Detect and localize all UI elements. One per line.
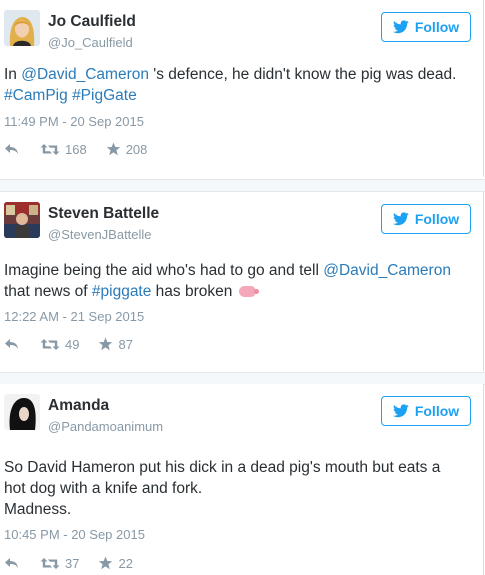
reply-icon [5,144,18,154]
reply-button[interactable] [4,338,20,350]
author-name[interactable]: Amanda [48,397,109,415]
tweet-text: Imagine being the aid who's had to go an… [4,260,469,302]
retweet-icon [40,338,60,350]
avatar[interactable] [4,202,40,238]
author-handle[interactable]: @Pandamoanimum [48,419,163,434]
star-icon [99,556,113,570]
divider [0,179,485,192]
star-icon [106,142,121,156]
tweet-feed: Jo Caulfield @Jo_Caulfield Follow In @Da… [0,0,485,575]
retweet-button[interactable]: 168 [40,142,87,157]
tweet-text-line: So David Hameron put his dick in a dead … [4,459,441,476]
timestamp[interactable]: 12:22 AM - 21 Sep 2015 [4,309,144,324]
tweet-card: Steven Battelle @StevenJBattelle Follow … [0,192,484,371]
retweet-count: 168 [65,141,87,157]
tweet-text-part: has broken [151,283,233,300]
tweet-text-part: In [4,66,22,83]
tweet-actions: 37 22 [4,553,133,573]
reply-button[interactable] [4,143,20,155]
favorite-button[interactable]: 208 [106,141,148,157]
hashtag-link[interactable]: #piggate [92,283,151,300]
mention-link[interactable]: @David_Cameron [323,262,451,279]
tweet-card: Jo Caulfield @Jo_Caulfield Follow In @Da… [0,0,484,177]
tweet-text-part: that news of [4,283,92,300]
tweet-card: Amanda @Pandamoanimum Follow So David Ha… [0,384,484,575]
tweet-text: So David Hameron put his dick in a dead … [4,457,469,520]
twitter-bird-icon [392,404,409,418]
retweet-button[interactable]: 37 [40,556,79,571]
tweet-text: In @David_Cameron 's defence, he didn't … [4,64,469,106]
retweet-icon [40,143,60,155]
avatar[interactable] [4,10,40,46]
hashtag-link[interactable]: #CamPig [4,87,68,104]
tweet-actions: 49 87 [4,334,133,354]
favorite-button[interactable]: 87 [98,336,133,352]
twitter-bird-icon [392,212,409,226]
follow-label: Follow [414,403,460,419]
retweet-count: 49 [65,336,80,352]
follow-button[interactable]: Follow [381,204,471,234]
timestamp[interactable]: 11:49 PM - 20 Sep 2015 [4,114,144,129]
hashtag-link[interactable]: #PigGate [72,87,137,104]
favorite-count: 22 [118,555,133,571]
retweet-button[interactable]: 49 [40,337,79,352]
author-handle[interactable]: @Jo_Caulfield [48,35,133,50]
author-handle[interactable]: @StevenJBattelle [48,227,152,242]
favorite-count: 87 [118,336,133,352]
timestamp[interactable]: 10:45 PM - 20 Sep 2015 [4,527,145,542]
follow-label: Follow [414,19,460,35]
follow-label: Follow [414,211,460,227]
tweet-text-part: Imagine being the aid who's had to go an… [4,262,324,279]
mention-link[interactable]: @David_Cameron [21,66,149,83]
reply-button[interactable] [4,557,20,569]
star-icon [99,337,113,351]
twitter-bird-icon [392,20,409,34]
tweet-actions: 168 208 [4,139,147,159]
tweet-text-line: Madness. [4,501,72,518]
follow-button[interactable]: Follow [381,12,471,42]
pig-emoji-icon [238,286,259,297]
retweet-icon [40,557,60,569]
favorite-button[interactable]: 22 [98,555,133,571]
favorite-count: 208 [125,141,148,157]
follow-button[interactable]: Follow [381,396,471,426]
tweet-text-line: hot dog with a knife and fork. [4,480,203,497]
author-name[interactable]: Steven Battelle [48,205,159,223]
reply-icon [5,558,18,568]
avatar[interactable] [4,394,40,430]
tweet-text-part: 's defence, he didn't know the pig was d… [148,66,457,83]
author-name[interactable]: Jo Caulfield [48,13,136,31]
reply-icon [5,339,18,349]
retweet-count: 37 [65,555,80,571]
